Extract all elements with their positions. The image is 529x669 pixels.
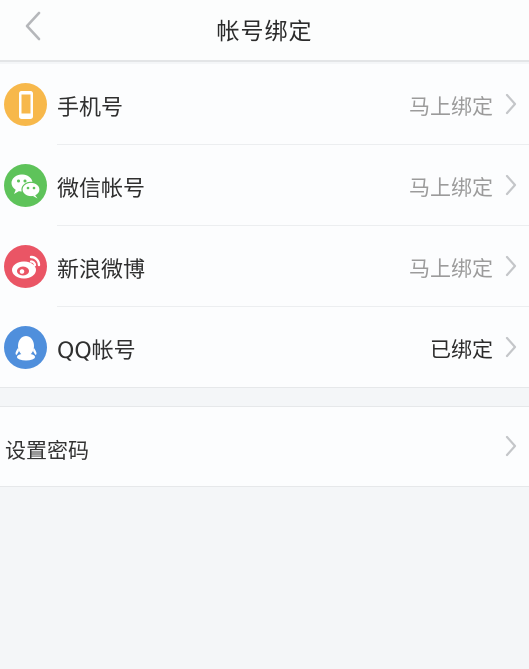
wechat-icon — [4, 164, 47, 207]
set-password-row[interactable]: 设置密码 — [0, 407, 529, 488]
nav-header: 帐号绑定 — [0, 0, 529, 62]
binding-label: 手机号 — [57, 96, 124, 121]
binding-row-phone[interactable]: 手机号 马上绑定 — [0, 64, 529, 145]
binding-list: 手机号 马上绑定 微信帐号 马上绑定 新浪微博 马上绑定 QQ帐号 已绑定 — [0, 64, 529, 388]
binding-row-wechat[interactable]: 微信帐号 马上绑定 — [0, 145, 529, 226]
chevron-right-icon — [505, 93, 517, 115]
binding-row-weibo[interactable]: 新浪微博 马上绑定 — [0, 226, 529, 307]
page-title: 帐号绑定 — [216, 19, 313, 45]
binding-label: 新浪微博 — [57, 258, 146, 283]
binding-status: 已绑定 — [430, 338, 493, 362]
binding-status: 马上绑定 — [409, 95, 493, 119]
chevron-right-icon — [505, 336, 517, 358]
chevron-right-icon — [505, 435, 517, 457]
qq-icon — [4, 326, 47, 369]
settings-list: 设置密码 — [0, 406, 529, 487]
binding-label: QQ帐号 — [57, 339, 136, 364]
set-password-label: 设置密码 — [5, 439, 89, 463]
chevron-right-icon — [505, 174, 517, 196]
binding-status: 马上绑定 — [409, 176, 493, 200]
binding-status: 马上绑定 — [409, 257, 493, 281]
binding-row-qq[interactable]: QQ帐号 已绑定 — [0, 307, 529, 388]
weibo-icon — [4, 245, 47, 288]
phone-icon — [4, 83, 47, 126]
binding-label: 微信帐号 — [57, 177, 146, 202]
chevron-right-icon — [505, 255, 517, 277]
